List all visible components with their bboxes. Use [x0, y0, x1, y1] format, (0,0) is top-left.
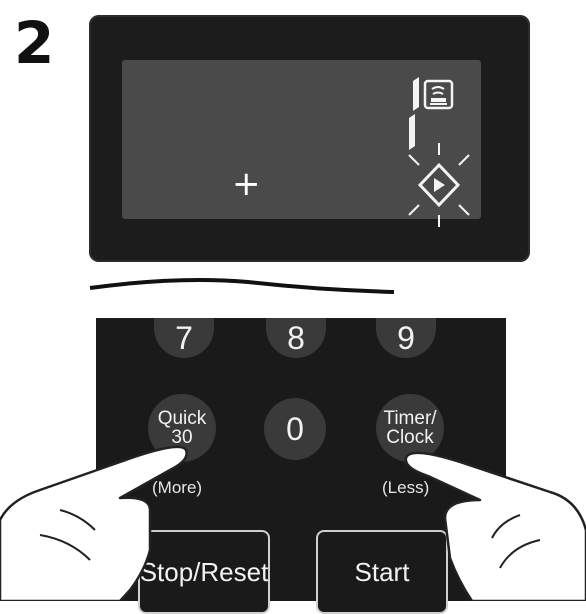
key-9[interactable]: 9: [376, 318, 436, 358]
control-display: +: [89, 15, 530, 262]
quick-30-label-line1: Quick: [157, 408, 207, 429]
section-break-line: [89, 278, 395, 294]
display-indicators: [408, 77, 470, 227]
segment-digit-icon: [409, 77, 419, 150]
timer-clock-label-line1: Timer/: [383, 408, 437, 429]
key-8[interactable]: 8: [266, 318, 326, 358]
right-hand-pointer-icon: [404, 451, 586, 601]
key-7[interactable]: 7: [154, 318, 214, 358]
oven-power-icon: [423, 79, 454, 110]
left-hand-pointer-icon: [0, 445, 188, 601]
step-number: 2: [14, 9, 55, 77]
start-diamond-icon: [408, 143, 470, 227]
key-0[interactable]: 0: [264, 398, 326, 460]
